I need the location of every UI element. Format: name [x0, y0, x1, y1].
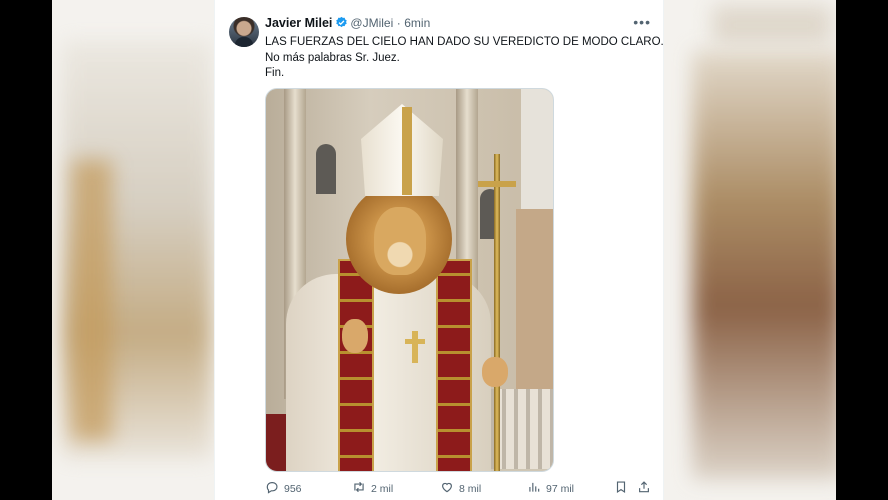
tweet-card[interactable]: Javier Milei @JMilei · 6min ••• LAS FUERZ… [214, 0, 664, 500]
image-staff-hand [482, 357, 508, 387]
image-staff [494, 154, 500, 471]
share-button[interactable] [637, 480, 651, 497]
heart-icon [440, 480, 454, 497]
tweet-line: No más palabras Sr. Juez. [265, 51, 400, 64]
reply-icon [265, 480, 279, 497]
like-count: 8 mil [459, 482, 482, 495]
image-stole [436, 259, 472, 471]
share-icon [637, 480, 651, 497]
retweet-icon [352, 480, 366, 497]
bookmark-button[interactable] [614, 480, 628, 497]
image-mitre-band [402, 107, 412, 195]
author-name[interactable]: Javier Milei [265, 16, 332, 30]
image-lion-face [374, 207, 426, 275]
more-options-icon[interactable]: ••• [633, 14, 651, 30]
blurred-left-detail [72, 160, 112, 440]
tweet-image[interactable] [265, 88, 554, 472]
blurred-right-panel [692, 50, 836, 480]
avatar[interactable] [229, 17, 259, 47]
reply-button[interactable]: 956 [265, 480, 302, 497]
tweet-text: LAS FUERZAS DEL CIELO HAN DADO SU VEREDI… [265, 35, 664, 82]
tweet-header: Javier Milei @JMilei · 6min [265, 16, 430, 32]
tweet-line: Fin. [265, 67, 285, 79]
author-handle[interactable]: @JMilei [350, 16, 393, 30]
views-count: 97 mil [546, 482, 575, 495]
retweet-button[interactable]: 2 mil [352, 480, 393, 497]
image-sky [521, 89, 553, 219]
bookmark-icon [614, 480, 628, 497]
tweet-line: LAS FUERZAS DEL CIELO HAN DADO SU VEREDI… [265, 36, 664, 48]
separator-dot: · [396, 16, 401, 30]
like-button[interactable]: 8 mil [440, 480, 481, 497]
reply-count: 956 [284, 482, 302, 495]
image-raised-hand [342, 319, 368, 353]
tweet-time[interactable]: 6min [404, 16, 430, 30]
image-staff-cross [478, 181, 516, 187]
retweet-count: 2 mil [371, 482, 394, 495]
image-stole [338, 259, 374, 471]
views-icon [527, 480, 541, 497]
image-pectoral-cross-bar [405, 339, 425, 344]
blurred-right-top [712, 5, 832, 45]
views-button[interactable]: 97 mil [527, 480, 574, 497]
image-pectoral-cross [412, 331, 418, 363]
verified-badge-icon [335, 16, 348, 32]
tweet-actions: 956 2 mil 8 mil 97 mil [265, 480, 653, 496]
image-window [316, 144, 336, 194]
